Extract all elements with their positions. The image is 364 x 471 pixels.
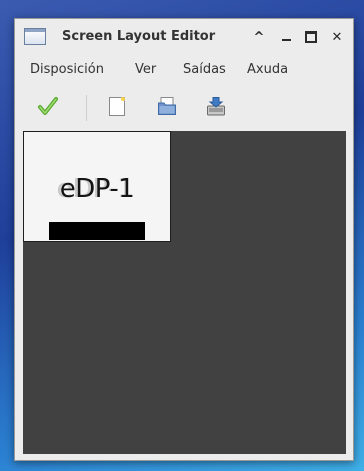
menu-disposicion[interactable]: Disposición	[30, 62, 104, 77]
output-label: eDP-1	[59, 174, 135, 204]
new-layout-button[interactable]	[104, 93, 130, 119]
menu-bar: Disposición Ver Saídas Axuda	[15, 57, 353, 83]
minimize-button[interactable]	[276, 27, 296, 47]
screen-layout-editor-window: Screen Layout Editor ^ ✕ Disposición Ver…	[14, 18, 354, 461]
chevron-up-icon: ^	[253, 29, 265, 45]
close-icon: ✕	[331, 29, 343, 45]
app-window-icon	[24, 28, 46, 45]
output-status-bar	[49, 222, 145, 240]
maximize-icon	[305, 31, 317, 43]
toolbar-separator	[86, 95, 87, 121]
title-bar[interactable]: Screen Layout Editor ^ ✕	[15, 19, 353, 55]
new-document-icon	[109, 97, 125, 116]
window-title: Screen Layout Editor	[62, 29, 216, 44]
toolbar	[15, 87, 353, 127]
menu-ver[interactable]: Ver	[135, 62, 156, 77]
maximize-button[interactable]	[301, 27, 321, 47]
minimize-icon	[281, 39, 291, 41]
open-layout-button[interactable]	[154, 93, 180, 119]
menu-axuda[interactable]: Axuda	[247, 62, 288, 77]
roll-up-button[interactable]: ^	[249, 27, 269, 47]
output-monitor-edp1[interactable]: eDP-1 eDP-1	[23, 131, 171, 242]
apply-button[interactable]	[35, 93, 61, 119]
layout-canvas[interactable]: eDP-1 eDP-1	[23, 131, 346, 454]
save-layout-button[interactable]	[203, 93, 229, 119]
menu-saidas[interactable]: Saídas	[183, 62, 226, 77]
open-folder-icon	[158, 97, 176, 115]
checkmark-icon	[38, 97, 58, 115]
close-button[interactable]: ✕	[327, 27, 347, 47]
save-icon	[207, 97, 225, 116]
